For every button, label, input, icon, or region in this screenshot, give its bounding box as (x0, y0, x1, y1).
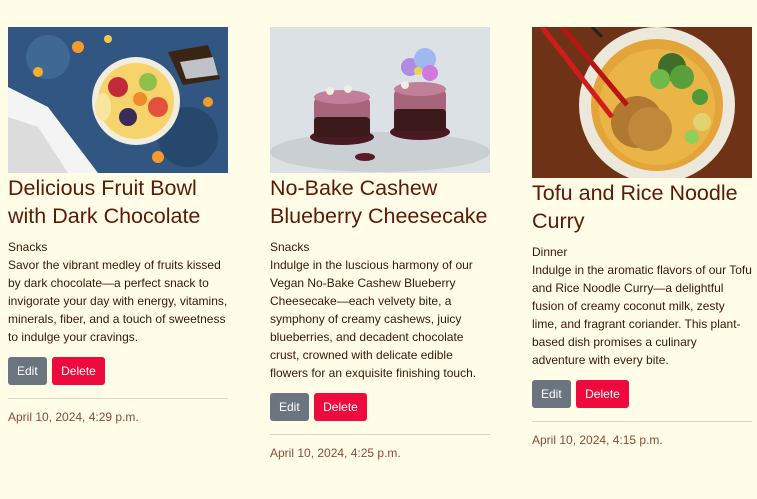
card-divider (270, 434, 490, 435)
edit-button[interactable]: Edit (532, 380, 571, 408)
recipe-title: Delicious Fruit Bowl with Dark Chocolate (8, 176, 201, 228)
delete-button[interactable]: Delete (576, 380, 629, 408)
recipe-date: April 10, 2024, 4:29 p.m. (8, 410, 139, 424)
recipe-image (270, 27, 490, 173)
delete-button[interactable]: Delete (314, 393, 367, 421)
card-divider (8, 398, 228, 399)
edit-button[interactable]: Edit (8, 357, 47, 385)
recipe-image (532, 27, 752, 178)
recipe-title: No-Bake Cashew Blueberry Cheesecake (270, 176, 488, 228)
card-actions: Edit Delete (8, 357, 228, 385)
recipe-image (8, 27, 228, 173)
card-actions: Edit Delete (270, 393, 490, 421)
recipe-description: Indulge in the luscious harmony of our V… (270, 258, 477, 380)
recipe-date: April 10, 2024, 4:15 p.m. (532, 433, 663, 447)
card-actions: Edit Delete (532, 380, 752, 408)
edit-button[interactable]: Edit (270, 393, 309, 421)
recipe-date: April 10, 2024, 4:25 p.m. (270, 446, 401, 460)
recipe-card: No-Bake Cashew Blueberry Cheesecake Snac… (270, 27, 490, 460)
delete-button[interactable]: Delete (52, 357, 105, 385)
card-divider (532, 421, 752, 422)
recipe-card: Delicious Fruit Bowl with Dark Chocolate… (8, 27, 228, 424)
recipe-description: Savor the vibrant medley of fruits kisse… (8, 258, 228, 344)
recipe-category: Snacks (270, 240, 310, 254)
recipe-card: Tofu and Rice Noodle Curry Dinner Indulg… (532, 27, 752, 447)
recipe-title: Tofu and Rice Noodle Curry (532, 181, 738, 233)
recipe-description: Indulge in the aromatic flavors of our T… (532, 263, 752, 367)
recipe-category: Dinner (532, 245, 568, 259)
recipe-category: Snacks (8, 240, 48, 254)
